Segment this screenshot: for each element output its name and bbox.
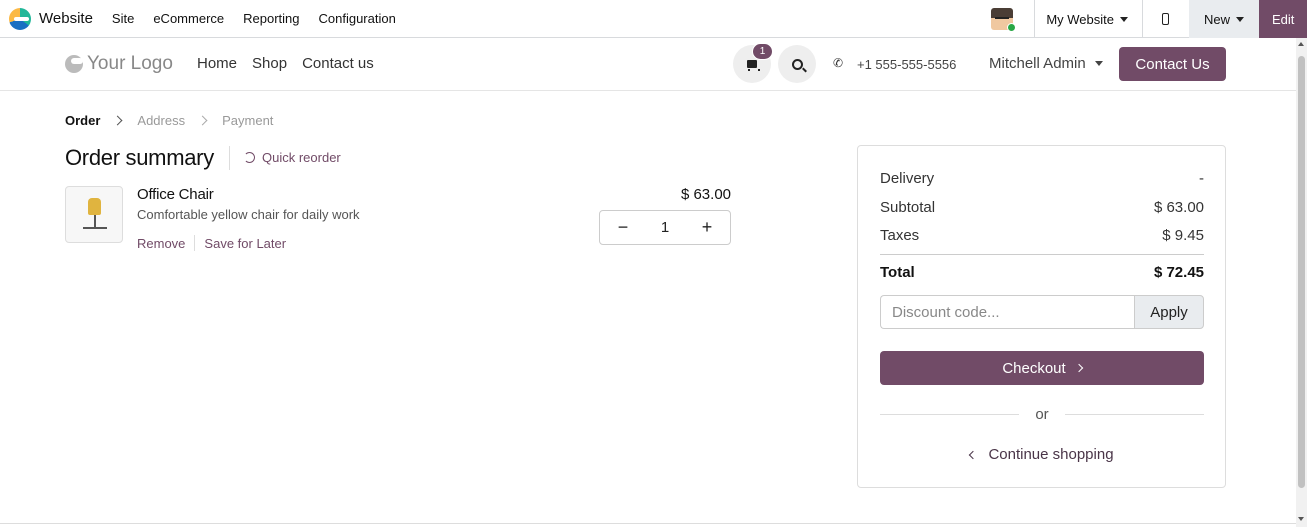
new-content-button[interactable]: New (1188, 0, 1259, 38)
increase-quantity-button[interactable]: + (700, 217, 714, 238)
discount-code-input[interactable] (880, 295, 1134, 329)
user-dropdown[interactable]: Mitchell Admin (989, 55, 1103, 72)
order-totals-card: Delivery - Subtotal $ 63.00 Taxes $ 9.45… (857, 145, 1226, 488)
caret-down-icon (1119, 16, 1128, 22)
search-icon (791, 58, 803, 70)
remove-link[interactable]: Remove (137, 236, 185, 251)
apply-discount-button[interactable]: Apply (1134, 295, 1204, 329)
nav-contact[interactable]: Contact us (302, 55, 374, 72)
edit-button[interactable]: Edit (1259, 0, 1307, 38)
subtotal-label: Subtotal (880, 199, 936, 216)
admin-right-controls: My Website New Edit (991, 0, 1307, 38)
admin-menu: Site eCommerce Reporting Configuration (112, 11, 415, 26)
site-logo[interactable]: Your Logo (65, 53, 173, 75)
scroll-down-icon[interactable] (1298, 517, 1304, 521)
mobile-preview-button[interactable] (1143, 0, 1189, 38)
divider (880, 414, 1020, 415)
chevron-right-icon (1074, 363, 1083, 373)
divider (229, 146, 230, 170)
checkout-breadcrumb: Order Address Payment (65, 113, 273, 128)
delivery-label: Delivery (880, 170, 935, 187)
scroll-up-icon[interactable] (1298, 42, 1304, 46)
quantity-value[interactable]: 1 (661, 219, 669, 236)
chair-base (83, 227, 107, 229)
divider (880, 254, 1204, 255)
online-status-icon (1007, 23, 1017, 32)
product-image[interactable] (65, 186, 123, 243)
checkout-label: Checkout (1002, 359, 1066, 377)
chevron-left-icon (969, 450, 978, 459)
website-app-icon (9, 7, 31, 30)
or-separator: or (880, 406, 1204, 423)
website-switcher[interactable]: My Website (1035, 0, 1142, 38)
new-label: New (1203, 11, 1230, 27)
product-description: Comfortable yellow chair for daily work (137, 207, 360, 222)
divider (194, 235, 196, 251)
chair-stem (94, 215, 96, 227)
product-price: $ 63.00 (680, 186, 731, 203)
subtotal-row: Subtotal $ 63.00 (880, 199, 1204, 216)
chevron-right-icon (112, 115, 123, 126)
decrease-quantity-button[interactable]: − (616, 217, 630, 238)
cart-count-badge: 1 (752, 43, 773, 60)
nav-shop[interactable]: Shop (252, 55, 287, 72)
delivery-value: - (1199, 170, 1204, 187)
contact-us-button[interactable]: Contact Us (1119, 47, 1226, 81)
discount-form: Apply (880, 295, 1204, 329)
mobile-icon (1161, 13, 1169, 25)
menu-configuration[interactable]: Configuration (319, 11, 396, 26)
app-brand[interactable]: Website (9, 7, 93, 30)
logo-text: Your Logo (87, 53, 173, 74)
phone-number[interactable]: +1 555-555-5556 (857, 57, 956, 72)
menu-site[interactable]: Site (112, 11, 134, 26)
product-name[interactable]: Office Chair (137, 186, 214, 203)
product-actions: Remove Save for Later (137, 235, 286, 251)
edit-label: Edit (1272, 11, 1295, 27)
quick-reorder-label: Quick reorder (262, 150, 341, 165)
reorder-icon (244, 152, 255, 163)
checkout-button[interactable]: Checkout (880, 351, 1204, 385)
menu-reporting[interactable]: Reporting (243, 11, 299, 26)
caret-down-icon (1094, 61, 1103, 66)
subtotal-value: $ 63.00 (1153, 199, 1204, 216)
taxes-label: Taxes (880, 227, 920, 244)
total-row: Total $ 72.45 (880, 264, 1204, 281)
admin-navbar: Website Site eCommerce Reporting Configu… (0, 0, 1307, 38)
page-scrollbar[interactable] (1296, 38, 1307, 527)
total-label: Total (880, 264, 915, 281)
continue-shopping-link[interactable]: Continue shopping (880, 446, 1204, 463)
user-name: Mitchell Admin (989, 55, 1086, 72)
caret-down-icon (1236, 16, 1244, 22)
breadcrumb-address: Address (137, 113, 186, 128)
site-header: Your Logo Home Shop Contact us 1 ✆ +1 55… (0, 38, 1296, 91)
divider (0, 523, 1296, 524)
scrollbar-thumb[interactable] (1298, 56, 1305, 488)
breadcrumb-order: Order (65, 113, 101, 128)
quantity-stepper: − 1 + (599, 210, 731, 245)
breadcrumb-payment: Payment (222, 113, 274, 128)
app-name: Website (39, 10, 93, 27)
chair-seat (88, 198, 101, 215)
or-label: or (1035, 406, 1049, 423)
main-nav: Home Shop Contact us (197, 55, 389, 72)
continue-shopping-label: Continue shopping (988, 446, 1114, 463)
phone-icon: ✆ (833, 56, 844, 70)
nav-home[interactable]: Home (197, 55, 237, 72)
search-button[interactable] (778, 45, 816, 83)
taxes-row: Taxes $ 9.45 (880, 227, 1204, 244)
chevron-right-icon (197, 115, 208, 126)
logo-icon (65, 55, 83, 73)
quick-reorder-link[interactable]: Quick reorder (244, 150, 341, 165)
user-avatar[interactable] (991, 8, 1017, 32)
divider (1064, 414, 1204, 415)
website-switcher-label: My Website (1046, 11, 1114, 27)
save-for-later-link[interactable]: Save for Later (204, 236, 286, 251)
total-value: $ 72.45 (1153, 264, 1204, 281)
page-title: Order summary (65, 145, 214, 170)
delivery-row: Delivery - (880, 170, 1204, 187)
cart-icon (747, 60, 760, 71)
menu-ecommerce[interactable]: eCommerce (153, 11, 224, 26)
taxes-value: $ 9.45 (1162, 227, 1204, 244)
